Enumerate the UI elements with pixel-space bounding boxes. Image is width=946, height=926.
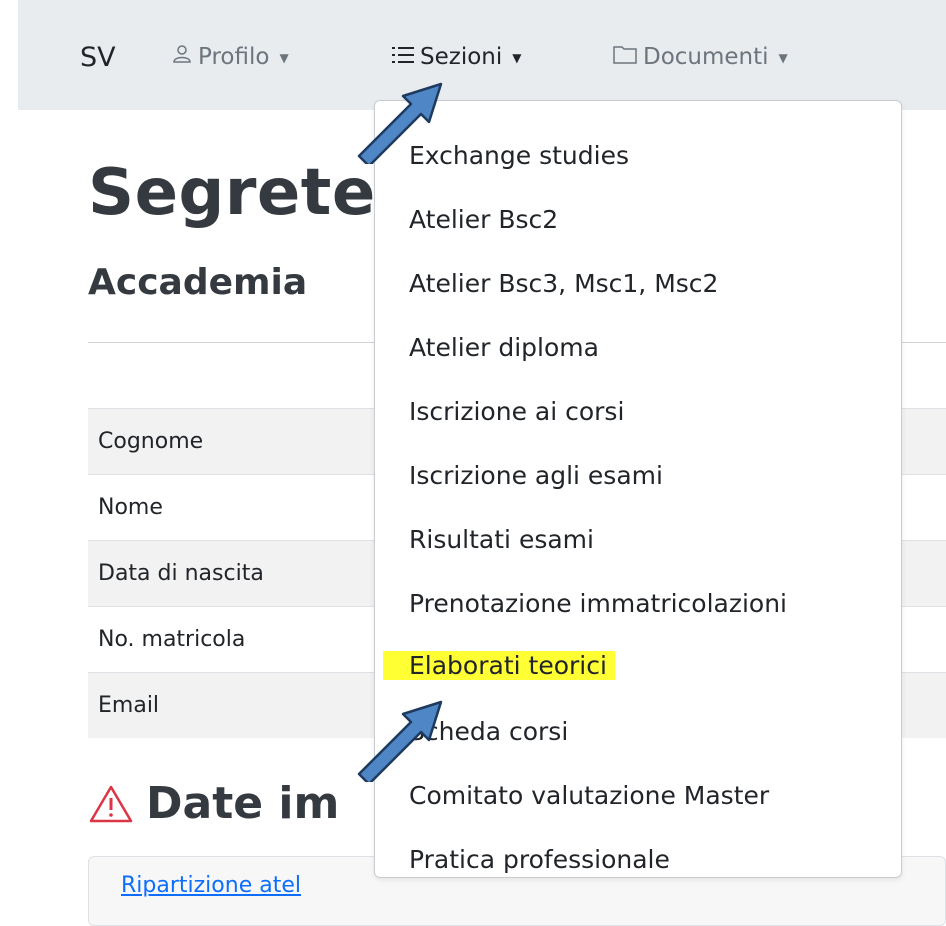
menu-item-iscrizione-esami[interactable]: Iscrizione agli esami: [409, 461, 663, 490]
nav-documenti-label: Documenti: [643, 44, 769, 70]
menu-item-atelier-bsc3[interactable]: Atelier Bsc3, Msc1, Msc2: [409, 269, 718, 298]
nav-documenti-dropdown[interactable]: Documenti ▼: [613, 44, 788, 70]
caret-down-icon: ▼: [279, 51, 289, 65]
navbar-brand[interactable]: SV: [80, 42, 116, 73]
row-label-nome: Nome: [98, 495, 163, 520]
menu-item-atelier-bsc2[interactable]: Atelier Bsc2: [409, 205, 558, 234]
alert-heading: Date im: [88, 778, 339, 829]
row-label-cognome: Cognome: [98, 429, 204, 454]
nav-profilo-label: Profilo: [198, 44, 270, 70]
row-label-email: Email: [98, 693, 160, 718]
alert-heading-text: Date im: [146, 778, 340, 829]
menu-item-exchange-studies[interactable]: Exchange studies: [409, 141, 629, 170]
warning-icon: [89, 785, 133, 822]
menu-item-elaborati-teorici[interactable]: Elaborati teorici: [383, 651, 615, 680]
caret-down-icon: ▼: [512, 51, 522, 65]
menu-item-iscrizione-corsi[interactable]: Iscrizione ai corsi: [409, 397, 624, 426]
menu-item-risultati-esami[interactable]: Risultati esami: [409, 525, 594, 554]
navbar: SV Profilo ▼ Sezioni ▼ Documenti ▼: [18, 0, 946, 110]
person-icon: [172, 44, 192, 70]
nav-profilo-dropdown[interactable]: Profilo ▼: [172, 44, 289, 70]
sezioni-dropdown-menu: Exchange studies Atelier Bsc2 Atelier Bs…: [374, 100, 902, 878]
page-subtitle: Accademia: [88, 262, 308, 303]
row-label-matricola: No. matricola: [98, 627, 246, 652]
menu-item-scheda-corsi[interactable]: Scheda corsi: [409, 717, 568, 746]
menu-item-comitato-master[interactable]: Comitato valutazione Master: [409, 781, 769, 810]
row-label-data-nascita: Data di nascita: [98, 561, 264, 586]
nav-sezioni-label: Sezioni: [420, 44, 503, 70]
ripartizione-link[interactable]: Ripartizione atel: [121, 873, 301, 898]
nav-sezioni-dropdown[interactable]: Sezioni ▼: [392, 44, 522, 70]
menu-item-prenotazione[interactable]: Prenotazione immatricolazioni: [409, 589, 787, 618]
folder-icon: [613, 44, 637, 70]
menu-item-pratica-professionale[interactable]: Pratica professionale: [409, 845, 670, 874]
caret-down-icon: ▼: [778, 51, 788, 65]
menu-item-atelier-diploma[interactable]: Atelier diploma: [409, 333, 599, 362]
page-title: Segrete: [88, 156, 376, 230]
list-icon: [392, 44, 414, 70]
